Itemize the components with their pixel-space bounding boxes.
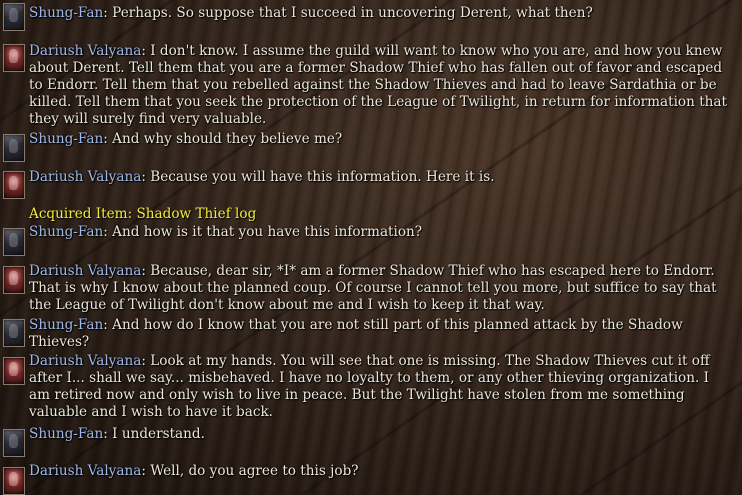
acquired-item-notice: Acquired Item: Shadow Thief log — [29, 206, 257, 222]
dialogue-line: Shung-Fan: And how do I know that you ar… — [29, 317, 683, 350]
speaker-name: Shung-Fan — [29, 317, 104, 333]
dariush-valyana-portrait-icon — [3, 44, 25, 72]
dialogue-line: Dariush Valyana: Because you will have t… — [29, 169, 495, 185]
speaker-name: Shung-Fan — [29, 426, 104, 442]
shung-fan-portrait-icon — [3, 429, 25, 457]
dialogue-line: Dariush Valyana: I don't know. I assume … — [29, 43, 727, 127]
dariush-valyana-portrait-icon — [3, 266, 25, 294]
speaker-name: Shung-Fan — [29, 5, 104, 21]
speaker-name: Dariush Valyana — [29, 263, 142, 279]
dialogue-line: Shung-Fan: And why should they believe m… — [29, 131, 343, 147]
shung-fan-portrait-icon — [3, 228, 25, 256]
dialogue-line: Dariush Valyana: Look at my hands. You w… — [29, 353, 710, 420]
dariush-valyana-portrait-icon — [3, 467, 25, 495]
dialogue-text: And how is it that you have this informa… — [112, 224, 423, 240]
shung-fan-portrait-icon — [3, 3, 25, 31]
dialogue-line: Dariush Valyana: Well, do you agree to t… — [29, 463, 359, 479]
speaker-name: Dariush Valyana — [29, 463, 142, 479]
shung-fan-portrait-icon — [3, 134, 25, 162]
shung-fan-portrait-icon — [3, 319, 25, 347]
dialogue-text: I understand. — [112, 426, 205, 442]
dialogue-line: Shung-Fan: Perhaps. So suppose that I su… — [29, 5, 593, 21]
dialogue-text: Well, do you agree to this job? — [150, 463, 359, 479]
speaker-name: Shung-Fan — [29, 224, 104, 240]
dialogue-text: Perhaps. So suppose that I succeed in un… — [112, 5, 593, 21]
dialogue-line: Shung-Fan: I understand. — [29, 426, 205, 442]
speaker-name: Dariush Valyana — [29, 43, 142, 59]
speaker-name: Dariush Valyana — [29, 353, 142, 369]
speaker-name: Shung-Fan — [29, 131, 104, 147]
dariush-valyana-portrait-icon — [3, 357, 25, 385]
dialogue-text: Because you will have this information. … — [150, 169, 495, 185]
dialogue-text: And why should they believe me? — [112, 131, 343, 147]
speaker-name: Dariush Valyana — [29, 169, 142, 185]
dialogue-text: And how do I know that you are not still… — [29, 317, 683, 350]
dialogue-line: Dariush Valyana: Because, dear sir, *I* … — [29, 263, 717, 313]
dariush-valyana-portrait-icon — [3, 171, 25, 199]
dialogue-line: Shung-Fan: And how is it that you have t… — [29, 224, 423, 240]
